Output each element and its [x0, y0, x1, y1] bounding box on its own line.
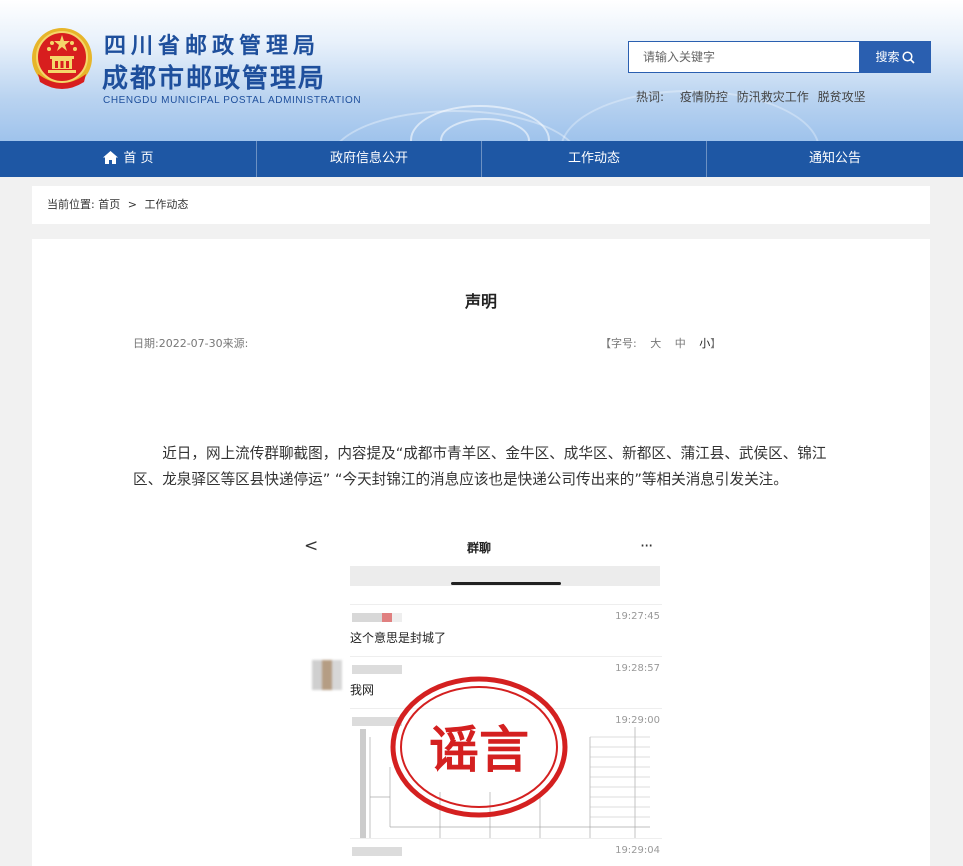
home-icon [103, 151, 119, 164]
hotword-link[interactable]: 脱贫攻坚 [818, 90, 866, 104]
site-title-province: 四川省邮政管理局 [104, 34, 321, 59]
search-button-label: 搜索 [875, 50, 900, 64]
nav-item-label: 政府信息公开 [329, 151, 408, 166]
nav-item-gov-info[interactable]: 政府信息公开 [257, 141, 482, 177]
site-header: 四川省邮政管理局 成都市邮政管理局 CHENGDU MUNICIPAL POST… [0, 0, 963, 141]
breadcrumb-link-home[interactable]: 首页 [98, 198, 120, 211]
search-input[interactable]: 请输入关键字 [628, 41, 860, 73]
article-title: 声明 [464, 292, 497, 311]
site-title-english: CHENGDU MUNICIPAL POSTAL ADMINISTRATION [103, 95, 362, 106]
breadcrumb-link-work-news[interactable]: 工作动态 [144, 198, 188, 211]
article-meta: 日期:2022-07-30来源: [133, 335, 248, 351]
article-date: 2022-07-30 [158, 337, 223, 350]
font-size-medium[interactable]: 中 [675, 337, 686, 350]
chat-title: 群聊 [466, 541, 491, 555]
font-size-switcher: 【字号: 大 中 小】 [600, 335, 721, 351]
avatar [312, 660, 342, 690]
nav-item-work-news[interactable]: 工作动态 [482, 141, 707, 177]
national-emblem-icon [32, 28, 92, 89]
message-text: 这个意思是封城了 [350, 631, 447, 645]
article-body: 近日，网上流传群聊截图，内容提及“成都市青羊区、金牛区、成华区、新都区、蒲江县、… [133, 445, 827, 488]
nav-item-label: 通知公告 [808, 151, 861, 166]
rumor-stamp-icon: 谣言 [390, 676, 568, 818]
message-time: 19:29:04 [615, 845, 660, 856]
chat-header: < 群聊 ··· [296, 532, 662, 562]
chat-screenshot-image: < 群聊 ··· 19:27:45 这个意思是封城了 19:28:57 我网 1… [296, 532, 662, 866]
stamp-text: 谣言 [429, 721, 529, 779]
message-text: 我网 [350, 683, 375, 697]
nav-item-home[interactable]: 首 页 [0, 141, 257, 177]
search-icon [901, 51, 915, 64]
font-size-small[interactable]: 小 [699, 337, 710, 350]
hotword-link[interactable]: 防汛救灾工作 [737, 90, 809, 104]
font-size-label: 【字号: [600, 337, 637, 350]
breadcrumb: 当前位置: 首页 > 工作动态 [32, 186, 930, 224]
date-label: 日期: [133, 337, 159, 350]
site-title-city: 成都市邮政管理局 [102, 64, 327, 94]
breadcrumb-prefix: 当前位置: [47, 198, 95, 211]
nav-item-notices[interactable]: 通知公告 [707, 141, 963, 177]
message-time: 19:28:57 [615, 663, 660, 674]
breadcrumb-separator: > [127, 198, 137, 211]
font-size-close: 】 [710, 337, 722, 350]
hotwords-label: 热词: [636, 90, 665, 104]
chat-message: 19:29:04 [350, 838, 662, 866]
hotword-link[interactable]: 疫情防控 [680, 90, 728, 104]
main-nav: 首 页 政府信息公开 工作动态 通知公告 [0, 141, 963, 177]
source-label: 来源: [222, 337, 249, 350]
search-button[interactable]: 搜索 [859, 41, 931, 73]
chat-message: 19:27:45 这个意思是封城了 [350, 604, 662, 658]
hotwords: 热词: 疫情防控 防汛救灾工作 脱贫攻坚 [636, 88, 871, 105]
nav-item-label: 首 页 [123, 151, 154, 166]
message-time: 19:27:45 [615, 611, 660, 622]
more-icon: ··· [640, 536, 653, 555]
font-size-large[interactable]: 大 [650, 337, 661, 350]
article: 声明 日期:2022-07-30来源: 【字号: 大 中 小】 近日，网上流传群… [32, 239, 930, 866]
nav-item-label: 工作动态 [567, 151, 620, 166]
